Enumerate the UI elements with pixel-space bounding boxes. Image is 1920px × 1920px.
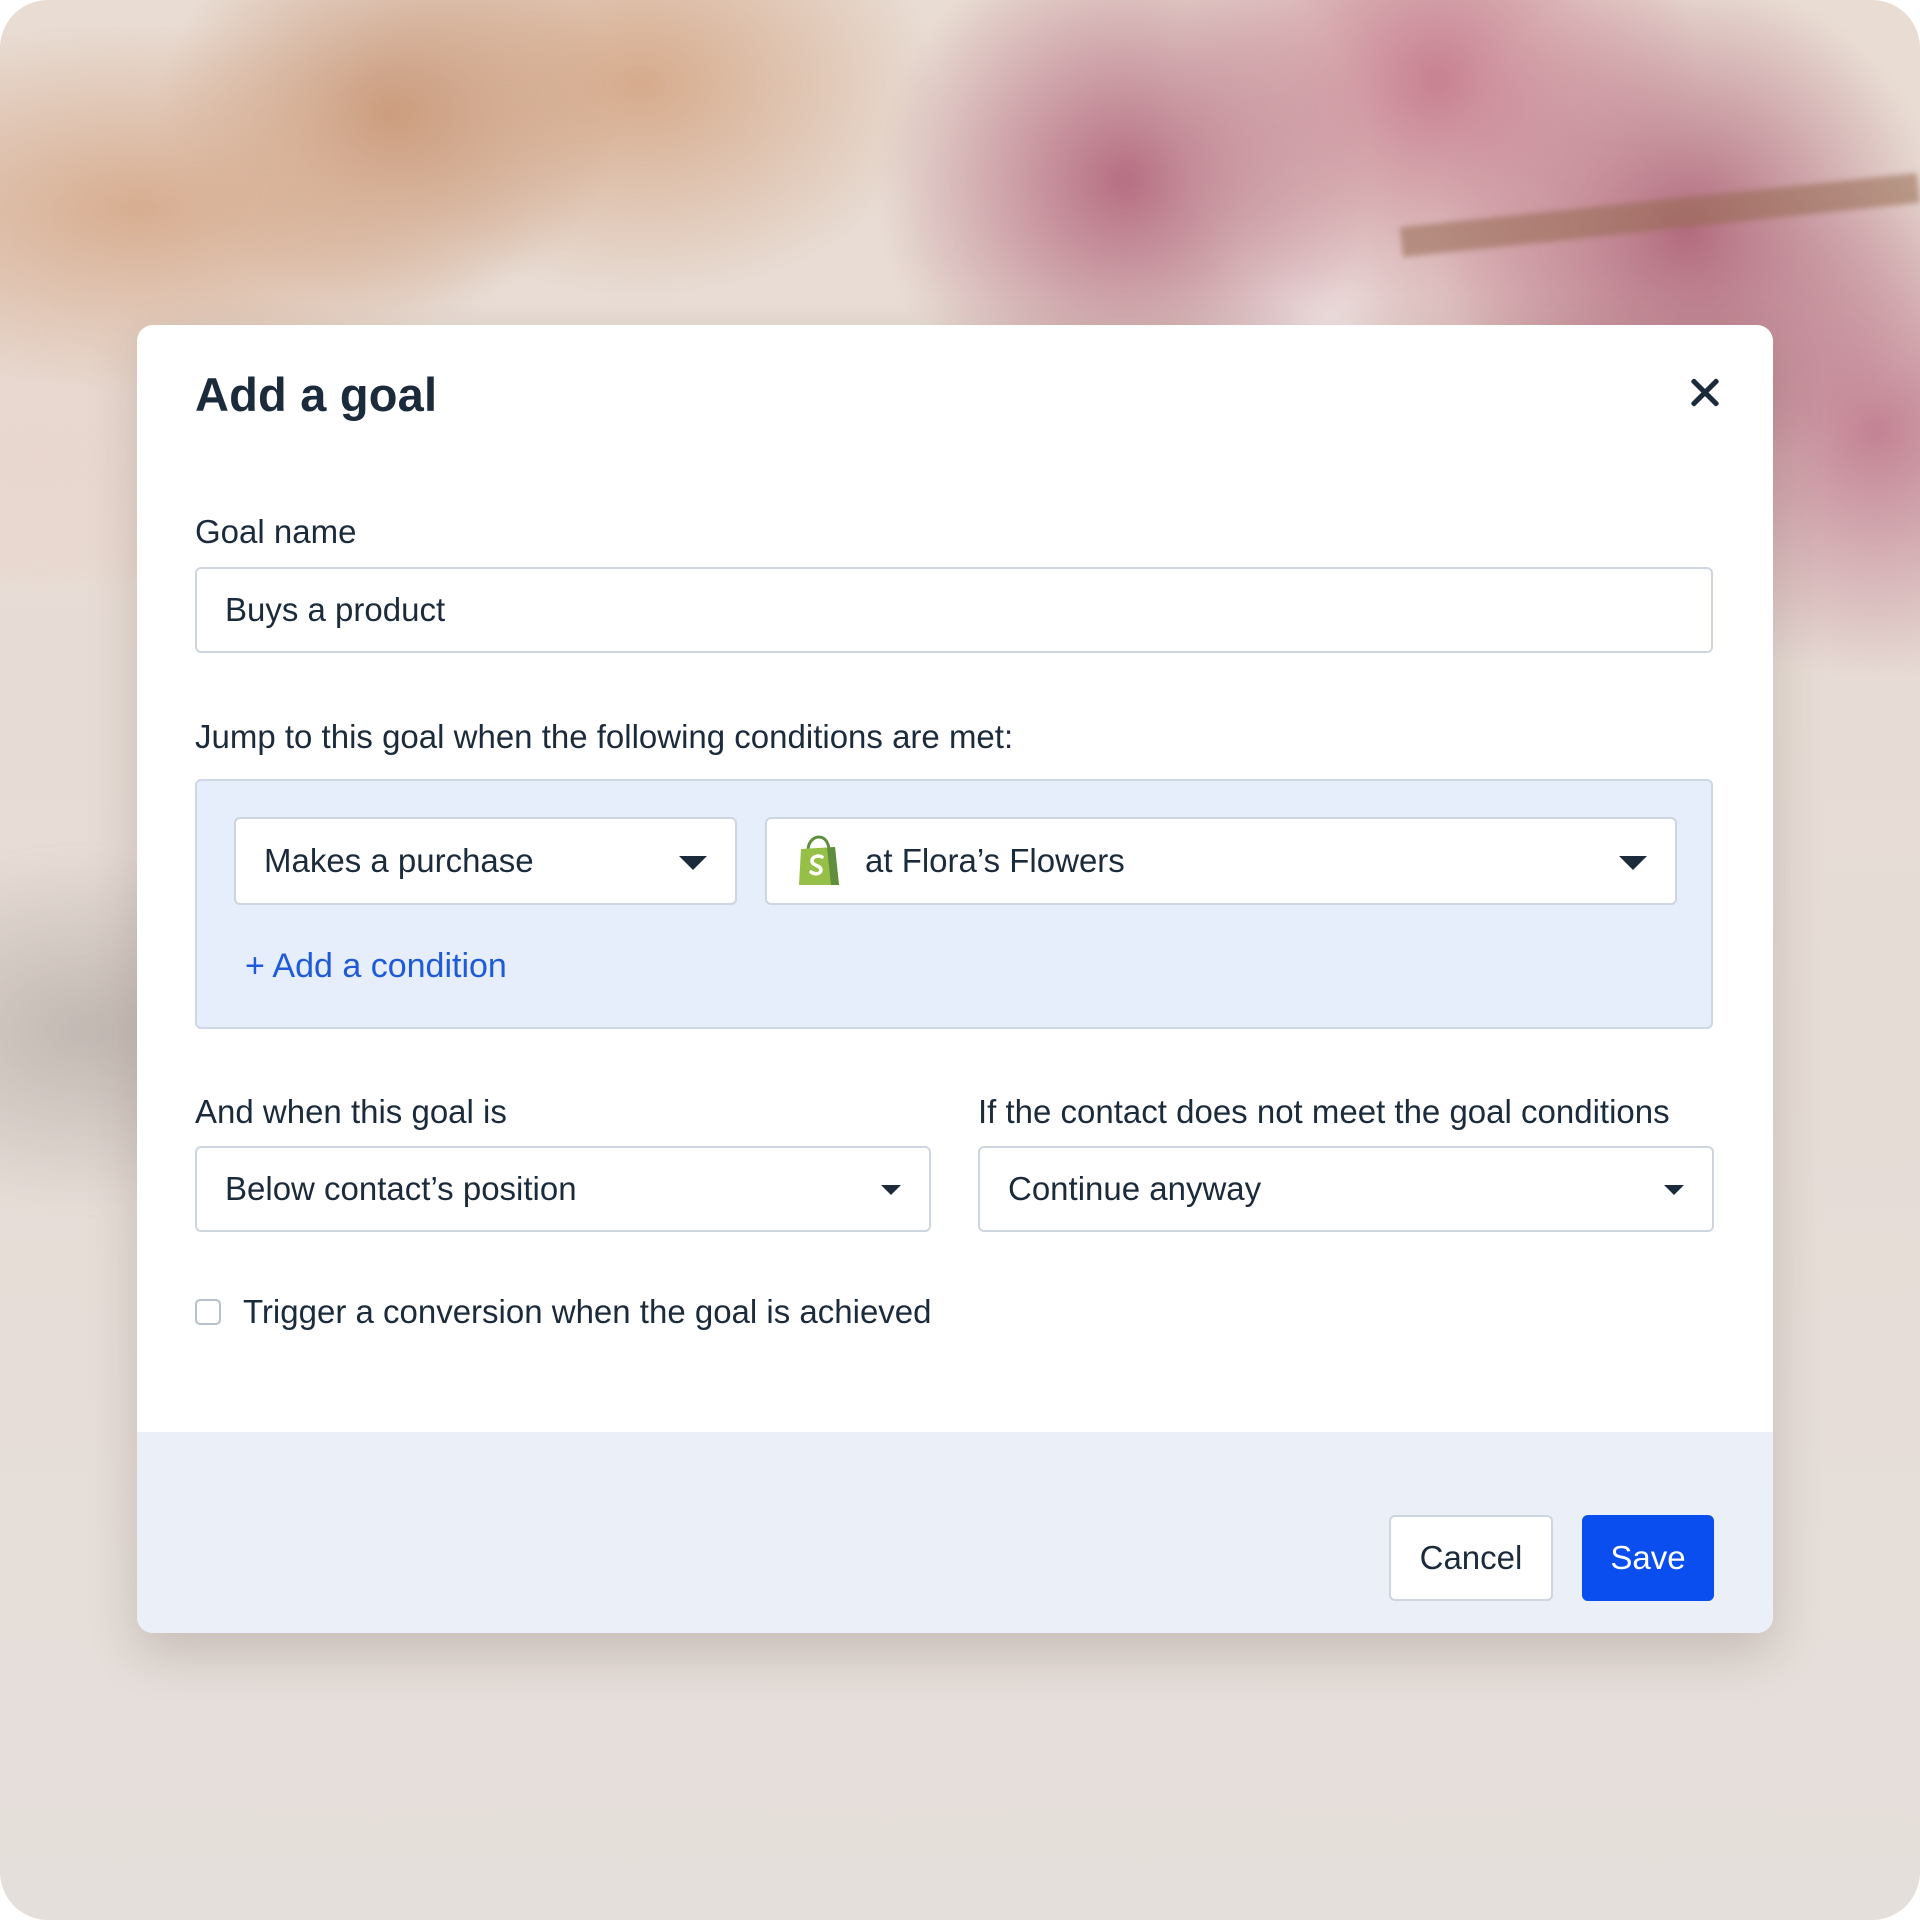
chevron-down-icon [881, 1185, 901, 1195]
action-select-value: Makes a purchase [264, 842, 534, 879]
chevron-down-icon [679, 856, 707, 870]
fallback-select[interactable]: Continue anyway [978, 1146, 1714, 1232]
fallback-select-value: Continue anyway [1008, 1170, 1262, 1207]
close-icon[interactable] [1685, 373, 1725, 413]
conditions-label: Jump to this goal when the following con… [195, 718, 1014, 755]
position-select-value: Below contact’s position [225, 1170, 577, 1207]
chevron-down-icon [1664, 1185, 1684, 1195]
position-select[interactable]: Below contact’s position [195, 1146, 931, 1232]
fallback-label: If the contact does not meet the goal co… [978, 1093, 1670, 1130]
position-label: And when this goal is [195, 1093, 507, 1130]
cancel-button[interactable]: Cancel [1389, 1515, 1553, 1601]
action-select[interactable]: Makes a purchase [234, 817, 737, 905]
dialog-title: Add a goal [195, 368, 438, 421]
store-select[interactable]: at Flora’s Flowers [765, 817, 1677, 905]
conversion-checkbox[interactable] [195, 1299, 221, 1325]
goal-name-value: Buys a product [225, 591, 446, 628]
dialog-footer: Cancel Save [137, 1432, 1773, 1633]
add-goal-dialog: Add a goal Goal name Buys a product Jump… [137, 325, 1773, 1633]
save-button[interactable]: Save [1582, 1515, 1714, 1601]
chevron-down-icon [1619, 856, 1647, 870]
conversion-checkbox-label: Trigger a conversion when the goal is ac… [243, 1293, 932, 1330]
goal-name-label: Goal name [195, 513, 357, 550]
background-photo: Add a goal Goal name Buys a product Jump… [0, 0, 1920, 1920]
store-select-value: at Flora’s Flowers [865, 842, 1125, 879]
shopify-bag-icon [799, 835, 839, 885]
conditions-panel: Makes a purchase at Flora’s Flowers + Ad… [195, 779, 1713, 1029]
add-condition-link[interactable]: + Add a condition [245, 947, 507, 986]
goal-name-input[interactable]: Buys a product [195, 567, 1713, 653]
